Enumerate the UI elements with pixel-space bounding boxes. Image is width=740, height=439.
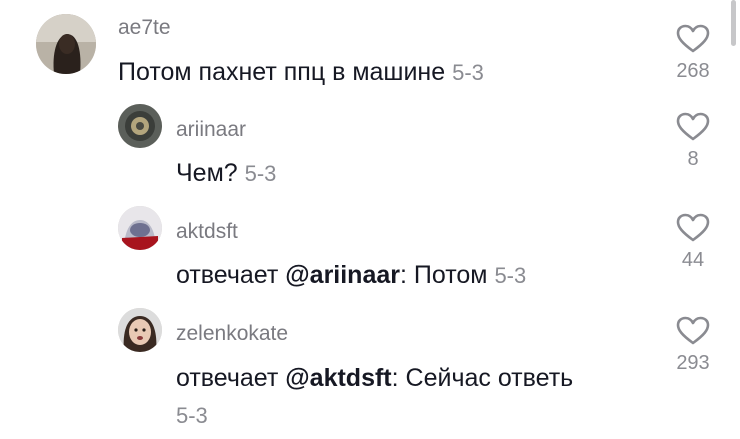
avatar[interactable] [36, 14, 96, 74]
avatar[interactable] [118, 104, 162, 148]
like-count: 293 [676, 352, 710, 374]
heart-icon [676, 213, 710, 242]
comment-date: 5-3 [452, 60, 484, 85]
comment-username[interactable]: ariinaar [176, 118, 246, 142]
mention-link[interactable]: @ariinaar [285, 261, 400, 289]
like-button[interactable]: 44 [660, 213, 726, 272]
avatar-emblem-icon [118, 104, 162, 148]
heart-icon [676, 24, 710, 53]
comment-text: Чем? 5-3 [176, 157, 276, 190]
comment-date: 5-3 [494, 263, 527, 288]
avatar[interactable] [118, 206, 162, 250]
mention-link[interactable]: @aktdsft [285, 364, 391, 392]
avatar-helmet-icon [118, 206, 162, 250]
like-count: 268 [676, 60, 710, 82]
like-count: 44 [681, 249, 705, 271]
comment-body: Чем? [176, 159, 238, 187]
reply-prefix: отвечает [176, 364, 286, 392]
scrollbar[interactable] [731, 0, 736, 46]
comment-username[interactable]: ae7te [118, 16, 171, 40]
heart-icon [676, 316, 710, 345]
avatar-girl-face-icon [118, 308, 162, 352]
comment-text: Потом пахнет ппц в машине 5-3 [118, 56, 484, 89]
comment-body: Потом пахнет ппц в машине [118, 58, 446, 86]
like-button[interactable]: 293 [660, 316, 726, 375]
comment-text: отвечает @aktdsft: Сейчас ответь [176, 362, 573, 394]
like-count: 8 [687, 148, 699, 170]
comment-date: 5-3 [176, 403, 208, 428]
like-button[interactable]: 268 [660, 24, 726, 83]
avatar-girl-icon [36, 14, 96, 74]
heart-icon [676, 112, 710, 141]
like-button[interactable]: 8 [660, 112, 726, 171]
comment-username[interactable]: zelenkokate [176, 322, 288, 346]
comment-body: : Потом [400, 261, 488, 289]
comment-text: отвечает @ariinaar: Потом 5-3 [176, 259, 526, 292]
avatar[interactable] [118, 308, 162, 352]
reply-prefix: отвечает [176, 261, 286, 289]
comment-body: : Сейчас ответь [391, 364, 574, 392]
comment-username[interactable]: aktdsft [176, 220, 238, 244]
comment-date: 5-3 [244, 161, 277, 186]
